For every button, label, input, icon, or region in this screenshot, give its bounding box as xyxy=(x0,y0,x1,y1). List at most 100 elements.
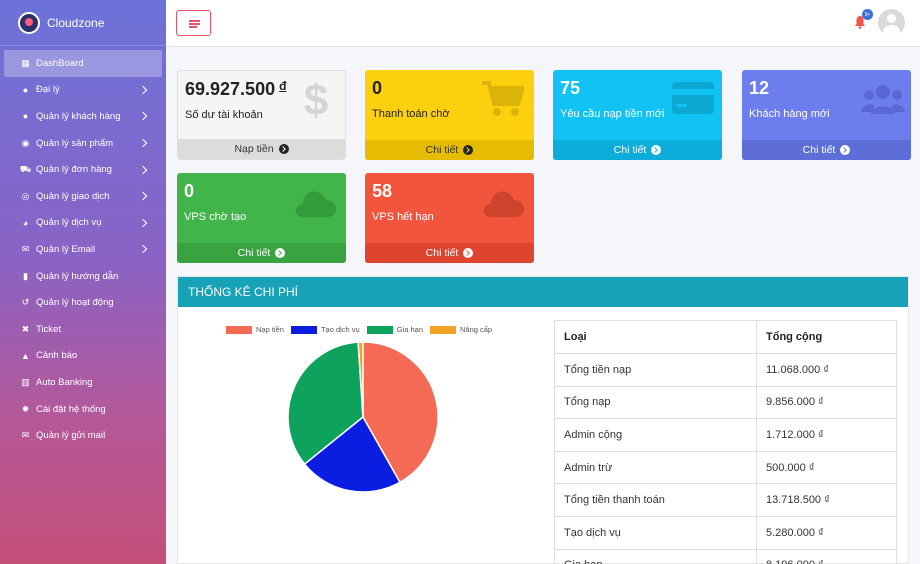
cart-icon: ⛟ xyxy=(19,163,32,174)
sidebar-item-label: Quản lý khách hàng xyxy=(36,110,121,122)
legend-item[interactable]: Nâng cấp xyxy=(430,325,492,334)
legend-item[interactable]: Gia hạn xyxy=(366,325,423,334)
legend-swatch xyxy=(430,325,456,334)
sidebar-item[interactable]: ◉ Quản lý sản phẩm xyxy=(4,130,162,157)
sidebar-item-label: Cài đặt hệ thống xyxy=(36,403,106,415)
vps-pending-card: 0 VPS chờ tạo Chi tiết xyxy=(177,173,346,263)
chevron-right-icon xyxy=(138,85,148,95)
table-row: Gia hạn8.196.000 ₫ xyxy=(554,548,897,564)
cell-type: Admin cộng xyxy=(554,418,757,452)
hamburger-icon-line xyxy=(189,23,200,25)
sidebar-item[interactable]: ✹ Cài đặt hệ thống xyxy=(4,396,162,423)
cart-icon xyxy=(482,80,526,123)
legend-label: Nạp tiền xyxy=(256,325,284,334)
column-header-type: Loại xyxy=(554,320,757,354)
sidebar-item-label: Quản lý Email xyxy=(36,243,96,255)
hamburger-icon-line xyxy=(189,26,197,28)
cell-type: Gia hạn xyxy=(554,548,757,564)
sidebar-item[interactable]: ● Quản lý khách hàng xyxy=(4,103,162,130)
sidebar-item[interactable]: ▥ Auto Banking xyxy=(4,369,162,396)
cell-total: 9.856.000 ₫ xyxy=(756,385,897,420)
legend-label: Nâng cấp xyxy=(460,325,493,334)
sidebar-item-label: Quản lý sản phẩm xyxy=(36,137,114,149)
pending-payment-card: 0 Thanh toán chờ Chi tiết xyxy=(365,70,534,160)
vps-expired-card: 58 VPS hết hạn Chi tiết xyxy=(365,173,534,263)
sidebar-item[interactable]: ⛟ Quản lý đơn hàng xyxy=(4,156,162,183)
legend-item[interactable]: Nạp tiền xyxy=(226,325,284,334)
arrow-circle-right-icon xyxy=(840,145,851,155)
brand[interactable]: Cloudzone xyxy=(0,0,166,46)
sidebar-item[interactable]: ▲ Cảnh báo xyxy=(4,343,162,370)
legend-item[interactable]: Tạo dịch vụ xyxy=(290,325,360,334)
arrow-circle-right-icon xyxy=(463,145,474,155)
pending-payment-label: Thanh toán chờ xyxy=(372,108,450,120)
sidebar-item-label: Quản lý hướng dẫn xyxy=(36,270,119,282)
ticket-icon: ✖ xyxy=(21,323,30,334)
table-row: Tạo dịch vụ 5.280.000 ₫ xyxy=(554,515,897,550)
sidebar-item-label: Ticket xyxy=(36,323,61,335)
hamburger-icon xyxy=(189,20,200,22)
pending-payment-detail-link[interactable]: Chi tiết xyxy=(365,140,534,160)
cost-table: Loại Tổng cộng Tổng tiền nạp 11.068.000 ₫… xyxy=(554,320,897,564)
sidebar-item-label: Quản lý đơn hàng xyxy=(36,164,112,176)
sidebar-toggle-button[interactable] xyxy=(176,10,211,36)
chevron-right-icon xyxy=(138,192,148,201)
sidebar-item[interactable]: ↺ Quản lý hoạt động xyxy=(4,289,162,316)
users-icon xyxy=(861,84,905,119)
cloud-icon xyxy=(294,187,336,222)
gear-icon: ✹ xyxy=(21,403,30,414)
panel-title: THỐNG KÊ CHI PHÍ xyxy=(178,277,908,307)
vps-expired-detail-link[interactable]: Chi tiết xyxy=(365,243,534,263)
cell-type: Tổng tiền thanh toán xyxy=(554,483,757,517)
table-row: Admin cộng 1.712.000 ₫ xyxy=(554,418,897,452)
topbar: 9+ xyxy=(166,0,920,47)
sidebar-item[interactable]: ◎ Quản lý giao dịch xyxy=(4,183,162,210)
vps-pending-value: 0 xyxy=(184,181,195,201)
sidebar-item[interactable]: ▮ Quản lý hướng dẫn xyxy=(4,263,162,290)
vps-pending-label: VPS chờ tạo xyxy=(184,211,247,223)
sidebar-item[interactable]: ✖ Ticket xyxy=(4,316,162,343)
arrow-circle-right-icon xyxy=(651,145,662,155)
sidebar-item[interactable]: ◕ Quản lý dịch vụ xyxy=(4,210,162,237)
sidebar-item-label: Đại lý xyxy=(36,84,60,96)
chevron-right-icon xyxy=(138,138,148,148)
balance-card: 69.927.500 đ Số dư tài khoản $ Nạp tiền xyxy=(177,70,346,160)
user-icon: ● xyxy=(22,84,29,95)
table-row: Admin trừ 500.000 ₫ xyxy=(554,450,897,485)
vps-expired-label: VPS hết hạn xyxy=(372,211,434,223)
chart-legend: Nạp tiền Tạo dịch vụ Gia hạn Nâng cấp xyxy=(226,325,499,334)
vps-pending-detail-link[interactable]: Chi tiết xyxy=(177,243,346,263)
cell-total: 1.712.000 ₫ xyxy=(756,418,897,452)
pending-payment-value: 0 xyxy=(372,78,383,98)
new-customer-detail-link[interactable]: Chi tiết xyxy=(742,140,911,160)
topup-link[interactable]: Nạp tiền xyxy=(178,139,345,159)
cell-type: Tạo dịch vụ xyxy=(554,515,757,550)
sidebar-item[interactable]: ▦ DashBoard xyxy=(4,50,162,77)
cell-total: 500.000 ₫ xyxy=(756,450,897,485)
vps-expired-value: 58 xyxy=(372,181,393,201)
sidebar-item-label: Quản lý giao dịch xyxy=(36,190,110,202)
legend-swatch xyxy=(366,325,393,334)
sidebar-item[interactable]: ● Đại lý xyxy=(4,77,162,104)
chevron-right-icon xyxy=(138,218,148,228)
transaction-icon: ◎ xyxy=(21,190,30,201)
arrow-circle-right-icon xyxy=(463,248,474,258)
sidebar-item[interactable]: ✉ Quản lý Email xyxy=(4,236,162,263)
notification-badge: 9+ xyxy=(862,9,873,20)
service-icon: ◕ xyxy=(22,217,29,228)
sidebar-item[interactable]: ✉ Quản lý gửi mail xyxy=(4,422,162,449)
topup-request-value: 75 xyxy=(560,78,581,98)
dashboard-icon: ▦ xyxy=(21,57,30,68)
warning-icon: ▲ xyxy=(21,350,30,361)
sidebar-menu: ▦ DashBoard ● Đại lý ● Quản lý khách hàng ◉ Quả… xyxy=(0,46,166,449)
book-icon: ▮ xyxy=(23,270,28,281)
currency-symbol: đ xyxy=(279,79,287,93)
sidebar-item-label: DashBoard xyxy=(36,57,84,69)
topup-request-detail-link[interactable]: Chi tiết xyxy=(553,140,722,160)
avatar[interactable] xyxy=(878,9,905,36)
balance-value: 69.927.500 đ xyxy=(185,79,287,99)
new-customer-label: Khách hàng mới xyxy=(749,108,830,120)
history-icon: ↺ xyxy=(21,297,30,308)
cell-total: 13.718.500 ₫ xyxy=(756,483,897,517)
topup-request-card: 75 Yêu cầu nạp tiền mới Chi tiết xyxy=(553,70,722,160)
